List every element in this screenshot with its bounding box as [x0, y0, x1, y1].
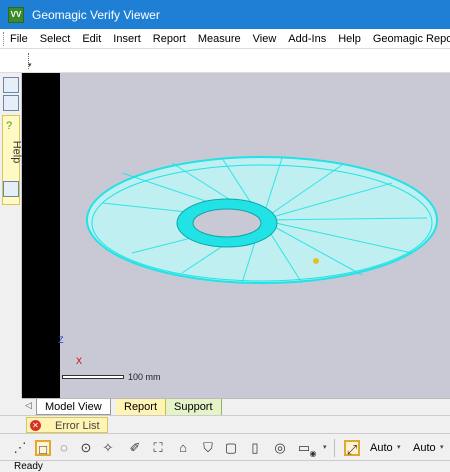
circle-select-icon[interactable]: ⊙	[78, 440, 94, 456]
toolbar-overflow-icon[interactable]: ▾	[28, 61, 32, 69]
help-label: Help	[10, 140, 23, 164]
path-select-icon[interactable]: ✧	[100, 440, 116, 456]
3d-viewport[interactable]: Z X 100 mm	[22, 73, 450, 398]
tab-model-view[interactable]: Model View	[36, 399, 111, 415]
axis-z-label: Z	[58, 335, 64, 345]
select-mode-icon[interactable]: ▯	[247, 440, 263, 456]
view-tabs: ◁ Model View Report Support	[22, 398, 450, 415]
menu-bar: File Select Edit Insert Report Measure V…	[0, 29, 450, 49]
error-list-bar: ✕ Error List	[0, 415, 450, 433]
menu-add-ins[interactable]: Add-Ins	[282, 33, 332, 45]
menu-edit[interactable]: Edit	[76, 33, 107, 45]
menu-geomagic-report[interactable]: Geomagic Report	[367, 33, 450, 45]
disc-hole	[192, 208, 262, 238]
auto-dropdown-2[interactable]: Auto	[413, 442, 436, 454]
rectangle-select-icon[interactable]: □	[35, 440, 51, 457]
auto-caret-1[interactable]: ▾	[397, 443, 401, 451]
help-icon: ?	[6, 120, 13, 132]
toolbar-row: ▾	[0, 49, 450, 73]
auto-caret-2[interactable]: ▾	[440, 443, 444, 451]
error-icon: ✕	[30, 420, 41, 431]
eye-dropdown-caret[interactable]: ▾	[323, 443, 327, 451]
tab-scroll-left-icon[interactable]: ◁	[25, 400, 32, 411]
scale-label: 100 mm	[128, 372, 161, 382]
menu-insert[interactable]: Insert	[107, 33, 147, 45]
bottom-toolbar: ⋰ □ ◌ ⊙ ✧ ✐ ⛶ ⌂ ⛉ ▢ ▯ ◎ ▭ ◉ ▾ ⤢ Auto ▾ A…	[0, 433, 450, 460]
status-bar: Ready	[0, 460, 450, 472]
scale-bar	[62, 375, 124, 379]
ellipse-select-icon[interactable]: ◌	[56, 440, 72, 456]
select-through-icon[interactable]: ⛉	[200, 440, 216, 456]
lasso-select-icon[interactable]: ⌂	[175, 440, 191, 456]
menu-report[interactable]: Report	[147, 33, 192, 45]
error-list-tab[interactable]: ✕ Error List	[26, 417, 108, 433]
left-panel: ? Help	[0, 73, 22, 398]
error-list-label: Error List	[55, 420, 100, 432]
menu-file[interactable]: File	[4, 33, 34, 45]
mesh-model	[86, 156, 438, 284]
fill-select-icon[interactable]: ⛶	[150, 440, 166, 456]
model-manager-icon[interactable]	[3, 77, 19, 93]
snap-icon[interactable]: ⤢	[344, 440, 360, 457]
app-window: VV Geomagic Verify Viewer File Select Ed…	[0, 0, 450, 472]
menu-select[interactable]: Select	[34, 33, 77, 45]
line-select-icon[interactable]: ⋰	[12, 440, 28, 456]
display-panel-icon[interactable]	[3, 95, 19, 111]
auto-dropdown-1[interactable]: Auto	[370, 442, 393, 454]
app-logo-icon: VV	[8, 6, 24, 23]
visible-only-icon[interactable]: ▢	[223, 440, 239, 456]
window-title: Geomagic Verify Viewer	[32, 7, 160, 22]
toolbar-separator	[334, 439, 335, 457]
dialog-panel-icon[interactable]	[3, 181, 19, 197]
menu-help[interactable]: Help	[332, 33, 367, 45]
menu-view[interactable]: View	[247, 33, 283, 45]
title-bar: VV Geomagic Verify Viewer	[0, 0, 450, 29]
menu-measure[interactable]: Measure	[192, 33, 247, 45]
tab-report[interactable]: Report	[116, 399, 167, 415]
select-dots-icon[interactable]: ◎	[272, 440, 288, 456]
pick-point	[313, 258, 319, 264]
status-text: Ready	[14, 461, 43, 472]
paint-select-icon[interactable]: ✐	[127, 440, 143, 456]
axis-x-label: X	[76, 356, 83, 366]
viewport-black-band	[22, 73, 60, 398]
tab-support[interactable]: Support	[166, 399, 222, 415]
